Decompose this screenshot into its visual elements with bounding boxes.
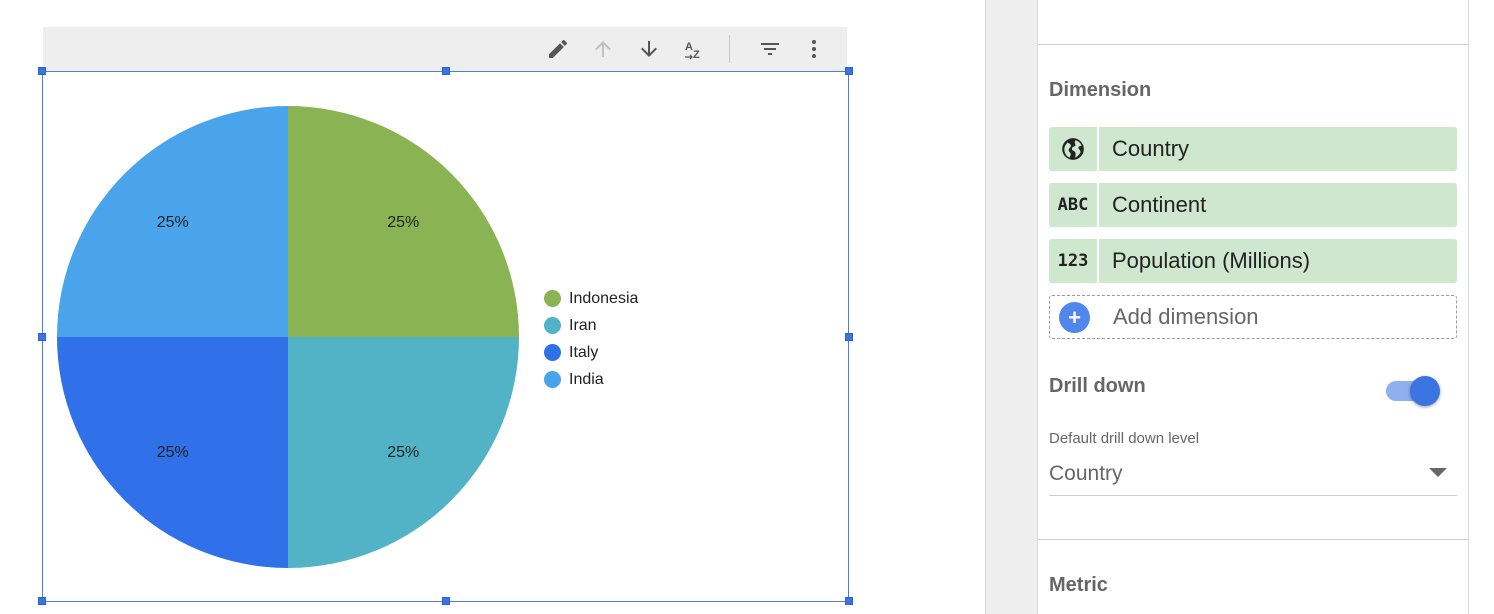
legend-label: Indonesia bbox=[569, 289, 639, 307]
section-divider bbox=[1038, 539, 1470, 540]
legend-swatch bbox=[544, 371, 561, 388]
default-drill-level-value: Country bbox=[1049, 461, 1123, 485]
metric-section-title: Metric bbox=[1049, 574, 1108, 596]
chart-selection-frame[interactable] bbox=[42, 71, 849, 602]
dimension-chip-country[interactable]: Country bbox=[1049, 127, 1457, 171]
legend-label: Iran bbox=[569, 316, 597, 334]
legend-swatch bbox=[544, 317, 561, 334]
report-canvas: AZ 25% 25% 25% 25% Indonesia Iran Italy Ind… bbox=[0, 0, 985, 614]
number-type-icon: 123 bbox=[1049, 239, 1099, 283]
legend-item[interactable]: India bbox=[544, 366, 638, 393]
legend-item[interactable]: Italy bbox=[544, 339, 638, 366]
resize-handle[interactable] bbox=[38, 333, 46, 341]
add-dimension-label: Add dimension bbox=[1113, 304, 1259, 329]
panel-gutter bbox=[985, 0, 1037, 614]
add-dimension-button[interactable]: + Add dimension bbox=[1049, 295, 1457, 339]
text-type-icon: ABC bbox=[1049, 183, 1099, 227]
globe-icon bbox=[1049, 127, 1099, 171]
legend-label: India bbox=[569, 370, 604, 388]
resize-handle[interactable] bbox=[442, 597, 450, 605]
plus-icon: + bbox=[1059, 301, 1090, 333]
dimension-label: Population (Millions) bbox=[1112, 248, 1311, 273]
dimension-chip-population[interactable]: 123 Population (Millions) bbox=[1049, 239, 1457, 283]
properties-panel: Dimension Country ABC Continent 123 Popu… bbox=[1037, 0, 1470, 614]
chart-legend: Indonesia Iran Italy India bbox=[544, 285, 638, 393]
legend-swatch bbox=[544, 344, 561, 361]
dimension-label: Country bbox=[1112, 136, 1190, 161]
legend-swatch bbox=[544, 290, 561, 307]
drill-down-toggle[interactable] bbox=[1386, 376, 1442, 406]
legend-item[interactable]: Indonesia bbox=[544, 285, 638, 312]
toggle-knob bbox=[1410, 376, 1440, 406]
dimension-chip-continent[interactable]: ABC Continent bbox=[1049, 183, 1457, 227]
resize-handle[interactable] bbox=[442, 67, 450, 75]
panel-edge bbox=[1469, 0, 1494, 614]
resize-handle[interactable] bbox=[845, 597, 853, 605]
legend-item[interactable]: Iran bbox=[544, 312, 638, 339]
resize-handle[interactable] bbox=[845, 67, 853, 75]
default-drill-level-label: Default drill down level bbox=[1049, 430, 1200, 447]
default-drill-level-select[interactable]: Country bbox=[1049, 452, 1457, 496]
section-divider bbox=[1038, 44, 1470, 45]
resize-handle[interactable] bbox=[845, 333, 853, 341]
dimension-label: Continent bbox=[1112, 192, 1207, 217]
resize-handle[interactable] bbox=[38, 67, 46, 75]
resize-handle[interactable] bbox=[38, 597, 46, 605]
dimension-section-title: Dimension bbox=[1049, 79, 1152, 101]
dropdown-caret-icon bbox=[1429, 468, 1447, 477]
legend-label: Italy bbox=[569, 343, 599, 361]
drill-down-label: Drill down bbox=[1049, 375, 1146, 397]
